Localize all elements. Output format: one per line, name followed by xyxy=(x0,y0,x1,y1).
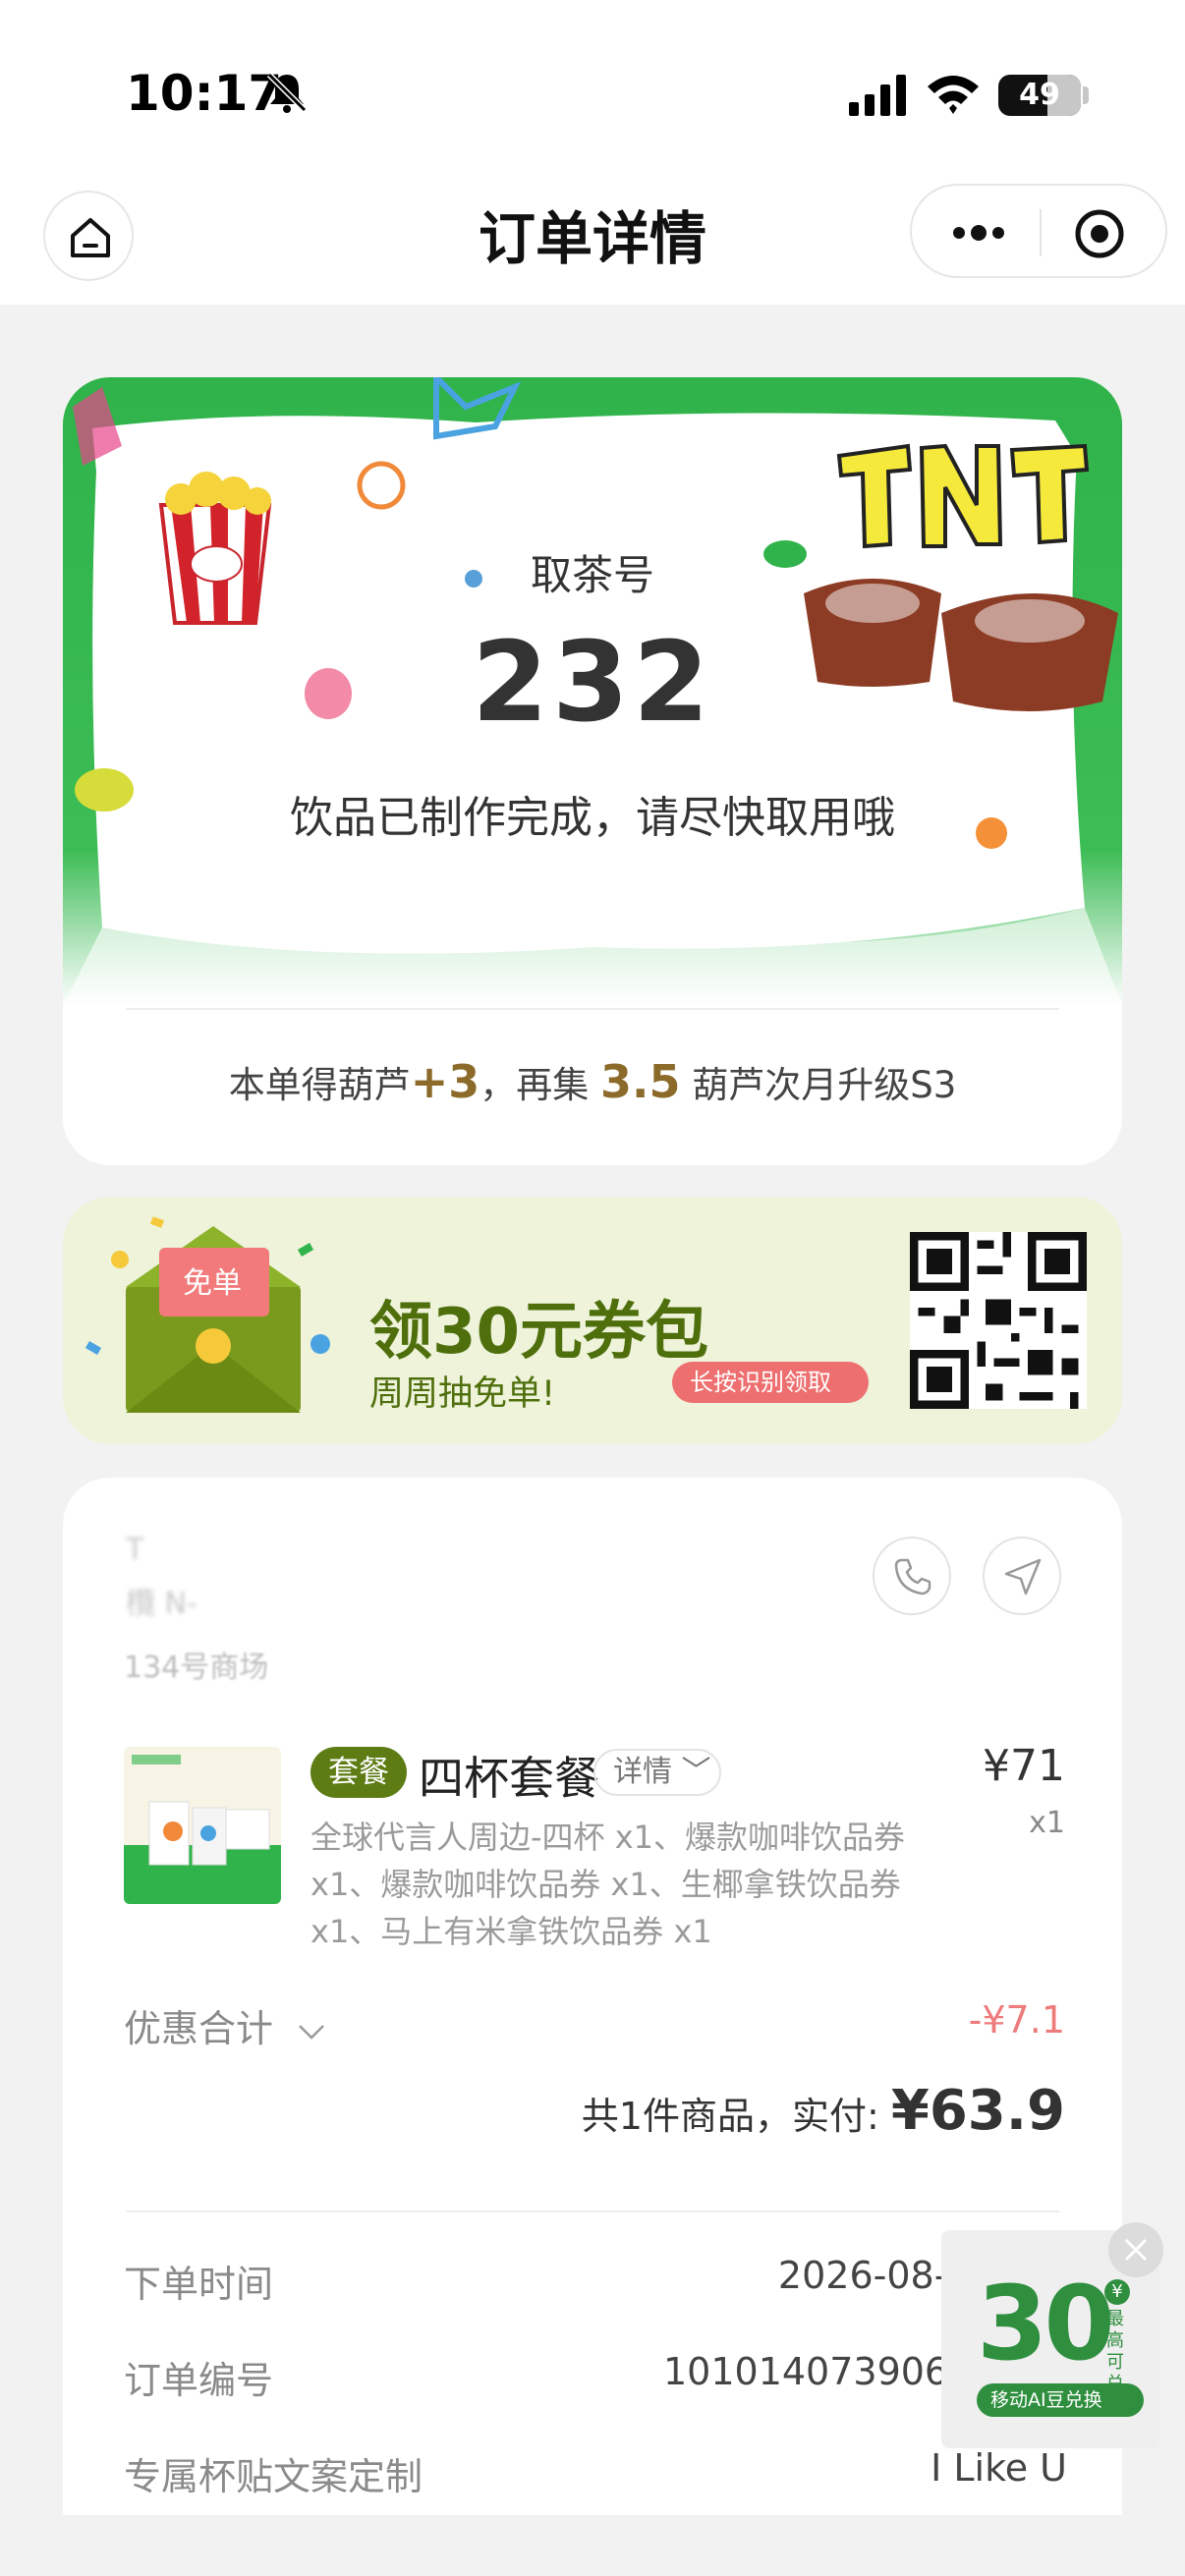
ad-caption: 最高可兑 xyxy=(1106,2309,1124,2394)
signal-icon xyxy=(849,75,906,116)
floating-ad[interactable]: 30 ¥ 最高可兑 移动AI豆兑换 xyxy=(941,2222,1163,2448)
navigate-store-button[interactable] xyxy=(983,1537,1061,1615)
mini-program-capsule xyxy=(910,184,1167,278)
yen-badge: ¥ xyxy=(1104,2279,1130,2305)
pickup-status: 饮品已制作完成，请尽快取用哦 xyxy=(290,793,895,843)
product-description: 全球代言人周边-四杯 x1、爆款咖啡饮品券 x1、爆款咖啡饮品券 x1、生椰拿铁… xyxy=(310,1819,906,1950)
product-quantity: x1 xyxy=(1029,1806,1065,1840)
coupon-banner[interactable]: 免单 领30元券包 周周抽免单! 长按识别领取 xyxy=(63,1197,1122,1444)
order-total: 共1件商品，实付: ¥63.9 xyxy=(581,2079,1065,2143)
close-icon xyxy=(1124,2238,1148,2262)
discount-toggle[interactable]: 优惠合计 xyxy=(124,1998,326,2052)
close-mini-program-icon[interactable] xyxy=(1073,207,1126,260)
ad-number: 30 xyxy=(977,2264,1115,2383)
wifi-icon xyxy=(928,76,979,114)
coupon-claim-pill[interactable]: 长按识别领取 xyxy=(672,1362,869,1403)
navigation-icon xyxy=(1004,1558,1042,1596)
status-time: 10:17 xyxy=(126,65,283,122)
coupon-title: 领30元券包 xyxy=(369,1296,709,1369)
product-detail-button[interactable]: 详情 ﹀ xyxy=(593,1749,721,1796)
cup-sticker-value: I Like U xyxy=(931,2446,1067,2490)
chevron-down-icon: ﹀ xyxy=(672,1755,711,1789)
qr-code[interactable] xyxy=(910,1232,1087,1409)
total-amount: ¥63.9 xyxy=(890,2079,1065,2143)
ad-exchange-pill[interactable]: 移动AI豆兑换 xyxy=(977,2383,1144,2417)
combo-tag: 套餐 xyxy=(310,1747,407,1798)
pickup-number: 232 xyxy=(472,619,713,747)
bell-off-icon xyxy=(266,72,308,113)
ad-close-button[interactable] xyxy=(1108,2222,1163,2277)
call-store-button[interactable] xyxy=(873,1537,951,1615)
coupon-subtitle: 周周抽免单! xyxy=(369,1374,556,1414)
phone-icon xyxy=(894,1558,931,1596)
store-address: 134号商场 xyxy=(124,1651,269,1685)
status-bar: 10:17 49 xyxy=(0,0,1185,187)
discount-value: -¥7.1 xyxy=(968,1998,1065,2042)
product-thumbnail xyxy=(124,1747,281,1904)
points-gain: +3 xyxy=(410,1055,480,1108)
battery-icon: 49 xyxy=(998,75,1081,116)
points-needed: 3.5 xyxy=(600,1055,681,1108)
more-icon[interactable] xyxy=(947,215,1010,251)
product-price: ¥71 xyxy=(983,1741,1065,1791)
product-name: 四杯套餐 xyxy=(419,1752,599,1805)
pickup-label: 取茶号 xyxy=(530,551,654,599)
points-message: 本单得葫芦+3，再集 3.5 葫芦次月升级S3 xyxy=(228,1055,957,1108)
envelope-label: 免单 xyxy=(183,1266,242,1301)
envelope-illustration: 免单 xyxy=(85,1216,330,1413)
battery-level: 49 xyxy=(1019,78,1060,112)
chevron-down-icon xyxy=(299,2024,324,2040)
store-name-redacted: T 欖 N- xyxy=(126,1533,198,1621)
pickup-card: 取茶号 232 饮品已制作完成，请尽快取用哦 本单得葫芦+3，再集 3.5 葫芦… xyxy=(63,377,1122,1165)
